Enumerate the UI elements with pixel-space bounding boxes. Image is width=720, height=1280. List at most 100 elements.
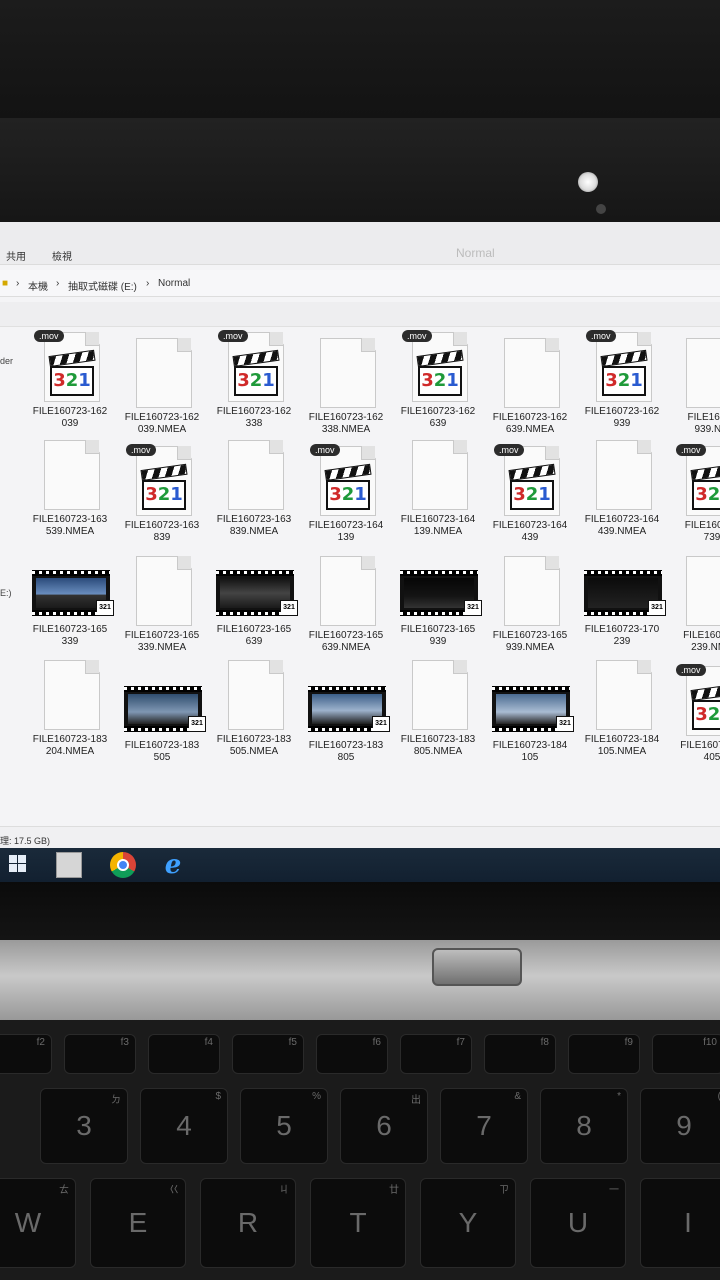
breadcrumb-folder[interactable]: Normal (158, 278, 190, 289)
file-name: FILE160723-183 505 (124, 740, 200, 763)
file-name: FILE160723-165 939 (400, 624, 476, 647)
pinned-app-icon[interactable] (56, 852, 82, 878)
explorer-window: 共用 檢視 Normal ■ › 本機 › 抽取式磁碟 (E:) › Norma… (0, 222, 720, 882)
file-name: FILE160723-162 338 (216, 406, 292, 429)
file-item[interactable]: FILE160723-164 439.NMEA (574, 438, 670, 538)
number-key[interactable]: 6出 (340, 1088, 428, 1164)
file-item[interactable]: 321 FILE160723-183 805 (298, 664, 394, 764)
file-item[interactable]: FILE160723-162 639.NMEA (482, 336, 578, 436)
file-item[interactable]: FILE160723-162 338.NMEA (298, 336, 394, 436)
file-item[interactable]: FILE160723-163 839.NMEA (206, 438, 302, 538)
file-item[interactable]: FILE16072939.NM (664, 336, 720, 436)
function-key[interactable]: f4 (148, 1034, 220, 1074)
address-bar[interactable]: ■ › 本機 › 抽取式磁碟 (E:) › Normal (0, 270, 720, 297)
letter-key[interactable]: Yㄗ (420, 1178, 516, 1268)
letter-key[interactable]: U一 (530, 1178, 626, 1268)
windows-start-icon[interactable] (8, 852, 34, 878)
media-player-file-icon: .mov321 (34, 330, 100, 402)
file-item[interactable]: 321 FILE160723-165 339 (22, 548, 118, 648)
file-name: FILE160723-162 639.NMEA (492, 412, 568, 435)
file-item[interactable]: FILE160723-165 339.NMEA (114, 554, 210, 654)
file-item[interactable]: .mov 321 FILE160723-162 939 (574, 330, 670, 430)
letter-key[interactable]: T廿 (310, 1178, 406, 1268)
file-item[interactable]: 321 FILE160723-165 639 (206, 548, 302, 648)
function-key[interactable]: f3 (64, 1034, 136, 1074)
webcam-light (578, 172, 598, 192)
number-key[interactable]: 5% (240, 1088, 328, 1164)
function-key[interactable]: f5 (232, 1034, 304, 1074)
function-key[interactable]: f6 (316, 1034, 388, 1074)
file-name: FILE160723-239.NME (683, 630, 720, 653)
file-name: FILE160723-164 139.NMEA (400, 514, 476, 537)
function-key[interactable]: f2 (0, 1034, 52, 1074)
chrome-icon[interactable] (110, 852, 136, 878)
video-thumbnail-icon: 321 (400, 548, 482, 620)
chevron-right-icon: › (56, 278, 60, 289)
hinge-latch (432, 948, 522, 986)
file-item[interactable]: FILE160723-184 105.NMEA (574, 658, 670, 758)
file-item[interactable]: FILE160723-183 805.NMEA (390, 658, 486, 758)
file-name: FILE160723-183 805.NMEA (400, 734, 476, 757)
document-file-icon (682, 336, 720, 408)
file-item[interactable]: 321 FILE160723-183 505 (114, 664, 210, 764)
laptop-hinge (0, 940, 720, 1030)
number-key[interactable]: 3ㄉ (40, 1088, 128, 1164)
video-thumbnail-icon: 321 (32, 548, 114, 620)
file-item[interactable]: .mov 321 FILE160723-164 439 (482, 444, 578, 544)
video-thumbnail-icon: 321 (308, 664, 390, 736)
file-item[interactable]: FILE160723-239.NME (664, 554, 720, 654)
media-player-file-icon: .mov321 (586, 330, 652, 402)
document-file-icon (408, 658, 468, 730)
file-item[interactable]: 321 FILE160723-170 239 (574, 548, 670, 648)
file-item[interactable]: .mov 321 FILE160723-162 338 (206, 330, 302, 430)
file-name: FILE160723-163 839 (124, 520, 200, 543)
breadcrumb-drive[interactable]: 抽取式磁碟 (E:) (68, 278, 137, 293)
tab-view[interactable]: 檢視 (52, 248, 72, 263)
function-key[interactable]: f8 (484, 1034, 556, 1074)
file-item[interactable]: .mov 321 FILE160723-162 039 (22, 330, 118, 430)
internet-explorer-icon[interactable]: e (160, 852, 186, 878)
mov-tag: .mov (310, 444, 340, 456)
number-key[interactable]: 4 $ (140, 1088, 228, 1164)
file-item[interactable]: .mov321 FILE160723-1405 (664, 664, 720, 764)
file-name: FILE160723-165 639.NMEA (308, 630, 384, 653)
document-file-icon (132, 336, 192, 408)
video-thumbnail-icon: 321 (124, 664, 206, 736)
webcam-lens (596, 204, 606, 214)
file-item[interactable]: .mov 321 FILE160723-164 139 (298, 444, 394, 544)
tab-share[interactable]: 共用 (6, 248, 26, 263)
mov-tag: .mov (586, 330, 616, 342)
file-item[interactable]: .mov 321 FILE160723-162 639 (390, 330, 486, 430)
letter-key[interactable]: E巜 (90, 1178, 186, 1268)
file-item[interactable]: .mov 321 FILE160723-163 839 (114, 444, 210, 544)
letter-key[interactable]: Iㄛ (640, 1178, 720, 1268)
document-file-icon (500, 554, 560, 626)
file-name: FILE160723-164 439.NMEA (584, 514, 660, 537)
chevron-right-icon: › (146, 278, 150, 289)
file-item[interactable]: FILE160723-163 539.NMEA (22, 438, 118, 538)
file-item[interactable]: .mov321 FILE160723739 (664, 444, 720, 544)
letter-key[interactable]: Wㄊ (0, 1178, 76, 1268)
file-item[interactable]: FILE160723-165 939.NMEA (482, 554, 578, 654)
number-key[interactable]: 7 & (440, 1088, 528, 1164)
number-key[interactable]: 9( (640, 1088, 720, 1164)
file-item[interactable]: FILE160723-162 039.NMEA (114, 336, 210, 436)
number-key[interactable]: 8 * (540, 1088, 628, 1164)
document-file-icon (682, 554, 720, 626)
function-key[interactable]: f9 (568, 1034, 640, 1074)
breadcrumb-this-pc[interactable]: 本機 (28, 278, 48, 293)
file-name: FILE160723-184 105 (492, 740, 568, 763)
file-item[interactable]: 321 FILE160723-184 105 (482, 664, 578, 764)
file-item[interactable]: 321 FILE160723-165 939 (390, 548, 486, 648)
function-key[interactable]: f7 (400, 1034, 472, 1074)
letter-key[interactable]: Rㄐ (200, 1178, 296, 1268)
screen-bezel-top (0, 118, 720, 230)
document-file-icon (408, 438, 468, 510)
function-key[interactable]: f10 (652, 1034, 720, 1074)
file-name: FILE160723-170 239 (584, 624, 660, 647)
file-name: FILE160723-164 139 (308, 520, 384, 543)
file-item[interactable]: FILE160723-183 204.NMEA (22, 658, 118, 758)
file-item[interactable]: FILE160723-165 639.NMEA (298, 554, 394, 654)
file-item[interactable]: FILE160723-164 139.NMEA (390, 438, 486, 538)
file-item[interactable]: FILE160723-183 505.NMEA (206, 658, 302, 758)
